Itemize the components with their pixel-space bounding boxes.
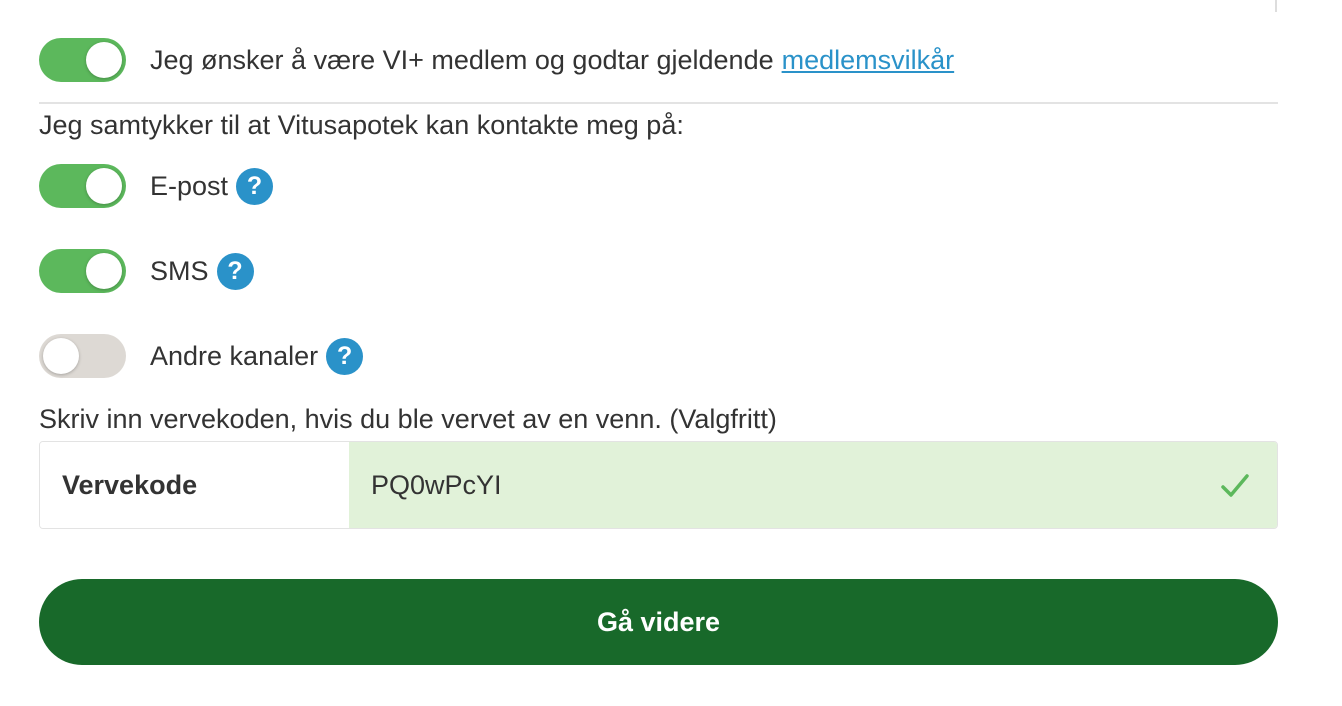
sms-label-text: SMS	[150, 255, 209, 286]
check-icon	[1221, 474, 1249, 497]
email-label-text: E-post	[150, 170, 229, 201]
membership-row: Jeg ønsker å være VI+ medlem og godtar g…	[39, 38, 954, 82]
section-divider	[39, 102, 1278, 104]
toggle-knob	[86, 168, 122, 204]
membership-label: Jeg ønsker å være VI+ medlem og godtar g…	[150, 45, 954, 76]
sms-label: SMS ?	[150, 252, 254, 290]
referral-code-field: Vervekode	[39, 441, 1278, 529]
membership-terms-link[interactable]: medlemsvilkår	[782, 45, 955, 76]
email-label: E-post ?	[150, 167, 274, 205]
referral-heading: Skriv inn vervekoden, hvis du ble vervet…	[39, 404, 777, 434]
referral-code-input-wrap	[349, 442, 1277, 528]
signup-form: Jeg ønsker å være VI+ medlem og godtar g…	[39, 0, 1278, 706]
membership-label-text: Jeg ønsker å være VI+ medlem og godtar g…	[150, 44, 774, 75]
toggle-knob	[86, 253, 122, 289]
other-channels-toggle[interactable]	[39, 334, 126, 378]
membership-toggle[interactable]	[39, 38, 126, 82]
consent-row-other: Andre kanaler ?	[39, 334, 364, 378]
email-toggle[interactable]	[39, 164, 126, 208]
referral-code-label: Vervekode	[40, 442, 349, 528]
other-channels-label: Andre kanaler ?	[150, 337, 364, 375]
toggle-knob	[43, 338, 79, 374]
consent-row-sms: SMS ?	[39, 249, 254, 293]
consent-heading: Jeg samtykker til at Vitusapotek kan kon…	[39, 110, 684, 140]
other-channels-label-text: Andre kanaler	[150, 340, 319, 371]
continue-button[interactable]: Gå videre	[39, 579, 1278, 665]
toggle-knob	[86, 42, 122, 78]
referral-code-input[interactable]	[349, 454, 1173, 516]
question-mark-icon[interactable]: ?	[216, 252, 254, 290]
question-mark-icon[interactable]: ?	[236, 167, 274, 205]
consent-row-email: E-post ?	[39, 164, 274, 208]
sms-toggle[interactable]	[39, 249, 126, 293]
question-mark-icon[interactable]: ?	[326, 337, 364, 375]
